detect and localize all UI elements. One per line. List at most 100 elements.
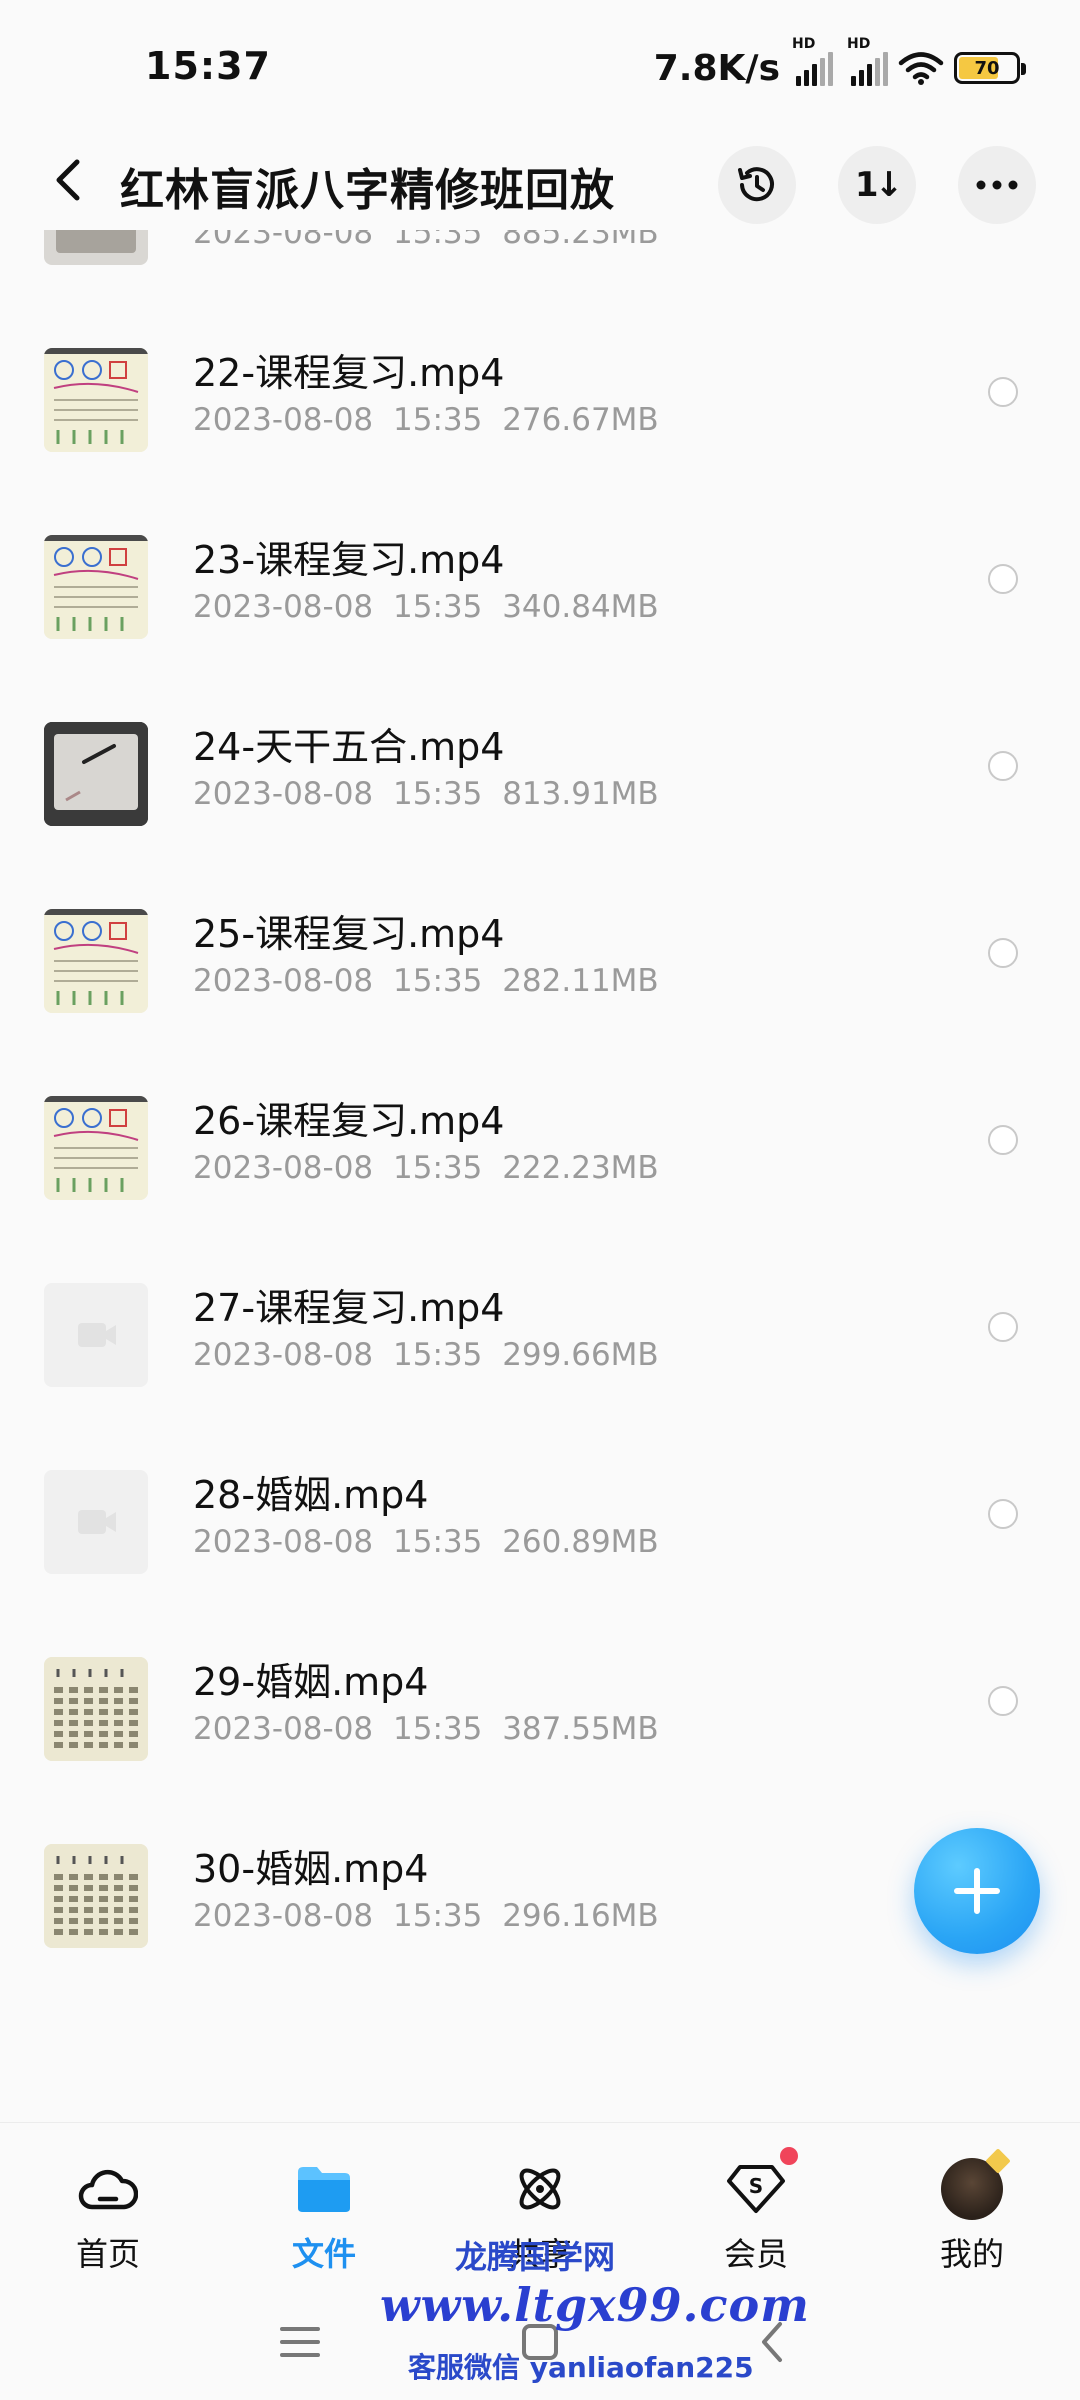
file-meta: 2023-08-08 15:35 299.66MB: [193, 1337, 659, 1373]
nav-label-share: 共享: [507, 2235, 572, 2273]
file-list-item[interactable]: 23-课程复习.mp4 2023-08-08 15:35 340.84MB: [0, 529, 1080, 716]
video-thumbnail: [44, 909, 148, 1013]
select-radio[interactable]: [988, 751, 1018, 781]
select-radio[interactable]: [988, 1312, 1018, 1342]
cloud-home-icon: [76, 2157, 140, 2221]
file-list-item[interactable]: 24-天干五合.mp4 2023-08-08 15:35 813.91MB: [0, 716, 1080, 903]
video-frame-icon: [44, 722, 148, 826]
video-placeholder-icon: [78, 1323, 116, 1347]
status-icons: 7.8K/s HD HD 70: [653, 36, 1026, 92]
chevron-left-icon: [56, 159, 80, 201]
file-meta: 2023-08-08 15:35 222.23MB: [193, 1150, 659, 1186]
battery-level: 70: [974, 57, 1000, 79]
file-list-item[interactable]: 22-课程复习.mp4 2023-08-08 15:35 276.67MB: [0, 342, 1080, 529]
chart-thumbnail-icon: [44, 909, 148, 1013]
history-icon: [738, 167, 774, 202]
select-radio[interactable]: [988, 1125, 1018, 1155]
file-meta: 2023-08-08 15:35 387.55MB: [193, 1711, 659, 1747]
video-thumbnail: [44, 1283, 148, 1387]
nav-item-me[interactable]: 我的: [892, 2157, 1052, 2287]
file-list-item[interactable]: 2023-08-08 15:35 885.23MB: [0, 230, 1080, 342]
nav-item-vip[interactable]: S 会员: [676, 2147, 836, 2287]
home-square-icon: [522, 2324, 558, 2360]
vip-diamond-icon: S: [724, 2147, 798, 2221]
history-button[interactable]: [718, 146, 796, 224]
nav-label-vip: 会员: [723, 2235, 788, 2273]
folder-icon: [292, 2157, 356, 2221]
file-name: 26-课程复习.mp4: [193, 1099, 505, 1143]
video-thumbnail: [44, 722, 148, 826]
file-list-item[interactable]: 27-课程复习.mp4 2023-08-08 15:35 299.66MB: [0, 1277, 1080, 1464]
sort-button[interactable]: 1↓: [838, 146, 916, 224]
chart-thumbnail-icon: [44, 535, 148, 639]
status-time: 15:37: [145, 44, 271, 88]
video-placeholder-icon: [78, 1510, 116, 1534]
file-list-item[interactable]: 26-课程复习.mp4 2023-08-08 15:35 222.23MB: [0, 1090, 1080, 1277]
notification-badge: [780, 2147, 798, 2165]
video-thumbnail: [44, 348, 148, 452]
nav-label-home: 首页: [75, 2235, 140, 2273]
file-meta: 2023-08-08 15:35 260.89MB: [193, 1524, 659, 1560]
sort-icon: 1↓: [854, 165, 903, 205]
file-meta: 2023-08-08 15:35 885.23MB: [193, 230, 659, 251]
back-arrow-icon: [762, 2322, 782, 2362]
select-radio[interactable]: [988, 1686, 1018, 1716]
nav-item-home[interactable]: 首页: [28, 2157, 188, 2287]
file-name: 25-课程复习.mp4: [193, 912, 505, 956]
back-system-button[interactable]: [742, 2312, 802, 2372]
bottom-nav: 首页 文件 共享 S 会员 我的: [0, 2122, 1080, 2292]
file-list-item[interactable]: 29-婚姻.mp4 2023-08-08 15:35 387.55MB: [0, 1651, 1080, 1838]
recent-apps-button[interactable]: [270, 2312, 330, 2372]
select-radio[interactable]: [988, 938, 1018, 968]
more-horizontal-icon: [976, 180, 1018, 190]
file-list-item[interactable]: 25-课程复习.mp4 2023-08-08 15:35 282.11MB: [0, 903, 1080, 1090]
file-name: 27-课程复习.mp4: [193, 1286, 505, 1330]
video-thumbnail: [44, 1470, 148, 1574]
file-meta: 2023-08-08 15:35 340.84MB: [193, 589, 659, 625]
plus-icon: [954, 1868, 1000, 1914]
status-bar: 15:37 7.8K/s HD HD 70: [0, 0, 1080, 130]
svg-text:S: S: [749, 2174, 763, 2198]
menu-icon: [280, 2327, 320, 2357]
video-thumbnail: [44, 1096, 148, 1200]
signal-icon-2: HD: [847, 36, 888, 86]
video-thumbnail: [44, 535, 148, 639]
file-name: 30-婚姻.mp4: [193, 1847, 429, 1891]
file-list-item[interactable]: 28-婚姻.mp4 2023-08-08 15:35 260.89MB: [0, 1464, 1080, 1651]
video-thumbnail: [44, 1657, 148, 1761]
chart-thumbnail-icon: [44, 348, 148, 452]
table-thumbnail-icon: [44, 1844, 148, 1948]
video-thumbnail: [44, 230, 148, 265]
nav-item-files[interactable]: 文件: [244, 2157, 404, 2287]
file-meta: 2023-08-08 15:35 282.11MB: [193, 963, 659, 999]
file-meta: 2023-08-08 15:35 276.67MB: [193, 402, 659, 438]
table-thumbnail-icon: [44, 1657, 148, 1761]
back-button[interactable]: [40, 152, 96, 208]
nav-item-share[interactable]: 共享: [460, 2157, 620, 2287]
home-button[interactable]: [510, 2312, 570, 2372]
signal-icon: HD: [792, 36, 833, 86]
file-name: 29-婚姻.mp4: [193, 1660, 429, 1704]
add-fab-button[interactable]: [914, 1828, 1040, 1954]
file-name: 24-天干五合.mp4: [193, 725, 505, 769]
wifi-icon: [898, 52, 944, 85]
file-name: 23-课程复习.mp4: [193, 538, 505, 582]
nav-label-files: 文件: [291, 2235, 356, 2273]
file-list: 2023-08-08 15:35 885.23MB 22-课程复习.mp4 2023…: [0, 230, 1080, 2120]
page-title: 红林盲派八字精修班回放: [120, 165, 615, 216]
more-button[interactable]: [958, 146, 1036, 224]
file-meta: 2023-08-08 15:35 813.91MB: [193, 776, 659, 812]
select-radio[interactable]: [988, 377, 1018, 407]
video-thumbnail: [44, 1844, 148, 1948]
network-speed: 7.8K/s: [653, 47, 780, 89]
battery-icon: 70: [954, 52, 1026, 84]
atom-share-icon: [508, 2157, 572, 2221]
chart-thumbnail-icon: [44, 1096, 148, 1200]
nav-label-me: 我的: [939, 2235, 1004, 2273]
system-nav-bar: [0, 2292, 1080, 2400]
avatar: [941, 2158, 1003, 2220]
select-radio[interactable]: [988, 564, 1018, 594]
file-meta: 2023-08-08 15:35 296.16MB: [193, 1898, 659, 1934]
select-radio[interactable]: [988, 1499, 1018, 1529]
title-bar: 红林盲派八字精修班回放 1↓: [0, 130, 1080, 230]
